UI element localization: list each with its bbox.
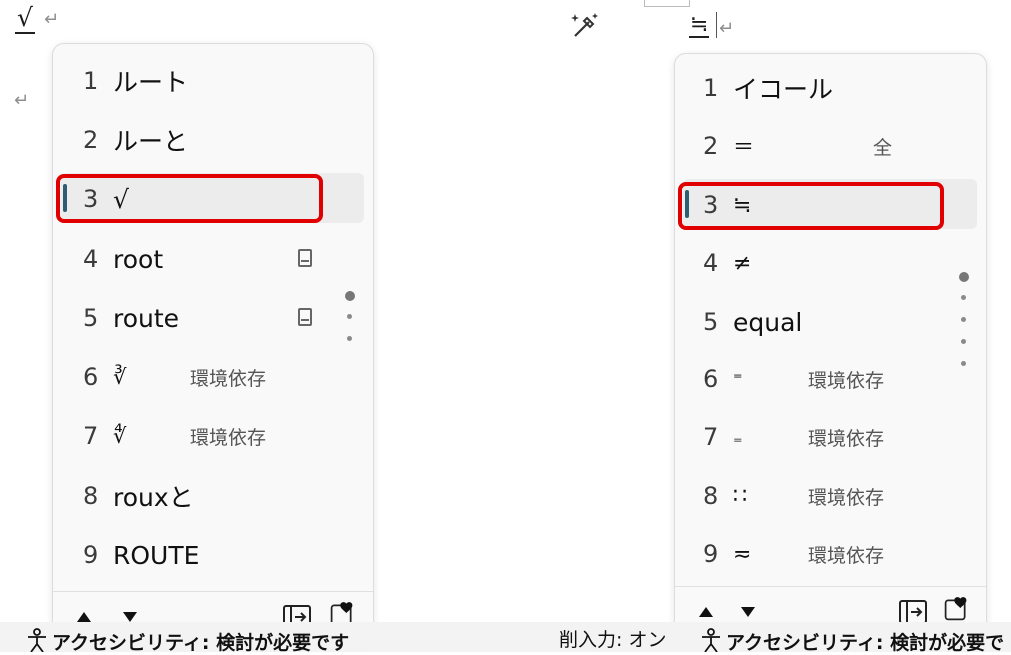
return-mark: ↵ [44,9,60,30]
scroll-dot[interactable] [961,339,966,344]
accessibility-icon[interactable] [700,628,722,652]
candidate-text: イコール [733,75,834,104]
candidate-item[interactable]: 7 ₌ 環境依存 [675,410,986,464]
candidate-text: ＝ [733,135,754,159]
candidate-number: 7 [703,423,719,451]
return-mark: ↵ [14,90,30,111]
scroll-dot[interactable] [959,272,969,282]
candidate-text: ルート [113,68,189,97]
candidate-number: 8 [703,482,719,510]
accessibility-status[interactable]: アクセシビリティ: 検討が必要で [726,628,1004,655]
candidate-number: 4 [83,245,99,273]
candidate-number: 5 [703,308,719,336]
candidate-item[interactable]: 5 equal [675,295,986,349]
candidate-note: 環境依存 [808,427,885,450]
candidate-text: ≠ [733,250,752,276]
candidate-item[interactable]: 2 ルーと [53,113,373,167]
candidate-text: ≂ [733,541,752,567]
candidate-item[interactable]: 1 ルート [53,54,373,108]
text-cursor [716,12,717,38]
dictionary-icon [298,308,312,326]
triangle-down-icon[interactable] [741,607,755,617]
triangle-up-icon[interactable] [699,607,713,617]
candidate-item[interactable]: 4 ≠ [675,236,986,290]
candidate-window-right: 1 イコール 2 ＝ 全 3 ≒ 4 ≠ 5 equal 6 ⁼ 環境依存 7 … [674,53,987,640]
candidate-number: 2 [703,132,719,160]
scroll-dot[interactable] [961,295,966,300]
candidate-text: ∜ [113,424,127,448]
dictionary-icon [298,249,312,267]
candidate-number: 2 [83,126,99,154]
candidate-item[interactable]: 7 ∜ 環境依存 [53,409,373,463]
candidate-text: ∷ [733,483,747,509]
candidate-text: ⁼ [733,368,743,390]
candidate-number: 7 [83,422,99,450]
triangle-up-icon[interactable] [77,612,91,622]
accessibility-status[interactable]: アクセシビリティ: 検討が必要です [52,628,349,655]
candidate-window-left: 1 ルート 2 ルーと 3 √ 4 root 5 route 6 ∛ 環境依存 … [52,43,374,645]
candidate-item[interactable]: 6 ⁼ 環境依存 [675,352,986,406]
candidate-number: 9 [83,541,99,569]
candidate-number: 1 [83,67,99,95]
candidate-item[interactable]: 4 root [53,232,373,286]
candidate-item[interactable]: 2 ＝ 全 [675,119,986,173]
accessibility-icon[interactable] [26,628,48,652]
candidate-item[interactable]: 6 ∛ 環境依存 [53,350,373,404]
candidate-text: ルーと [113,127,189,156]
scroll-dot[interactable] [961,317,966,322]
composition-text-left[interactable]: √ [15,4,35,34]
candidate-item[interactable]: 8 ∷ 環境依存 [675,469,986,523]
scroll-dot[interactable] [345,291,355,301]
candidate-note: 環境依存 [808,544,885,567]
return-mark: ↵ [719,18,735,39]
candidate-note: 環境依存 [190,426,267,449]
candidate-text: ₌ [733,426,743,448]
scroll-dot[interactable] [347,314,352,319]
candidate-text: equal [733,307,803,337]
candidate-number: 1 [703,74,719,102]
candidate-text: route [113,303,180,333]
document-frame-edge [644,0,690,7]
candidate-number: 9 [703,540,719,568]
input-mode-status[interactable]: 削入力: オン [559,625,666,652]
candidate-note: 環境依存 [808,369,885,392]
magic-wand-icon[interactable] [569,10,601,42]
candidate-note: 環境依存 [808,486,885,509]
highlight-box [678,182,944,230]
candidate-note: 全 [873,136,893,159]
composition-text-right[interactable]: ≒ [689,14,710,38]
candidate-number: 8 [83,482,99,510]
favorite-icon[interactable] [941,596,971,622]
candidate-item[interactable]: 9 ≂ 環境依存 [675,527,986,581]
scroll-dot[interactable] [961,361,966,366]
triangle-down-icon[interactable] [123,612,137,622]
scroll-dot[interactable] [347,336,352,341]
candidate-item[interactable]: 8 rouxと [53,469,373,523]
candidate-number: 4 [703,249,719,277]
candidate-text: ∛ [113,365,127,389]
candidate-text: rouxと [113,483,194,512]
candidate-item[interactable]: 5 route [53,291,373,345]
candidate-number: 5 [83,304,99,332]
highlight-box [56,174,323,223]
candidate-number: 6 [83,363,99,391]
candidate-text: ROUTE [113,540,200,570]
candidate-item[interactable]: 1 イコール [675,61,986,115]
candidate-number: 6 [703,365,719,393]
candidate-text: root [113,244,164,274]
candidate-note: 環境依存 [190,367,267,390]
candidate-item[interactable]: 9 ROUTE [53,528,373,582]
